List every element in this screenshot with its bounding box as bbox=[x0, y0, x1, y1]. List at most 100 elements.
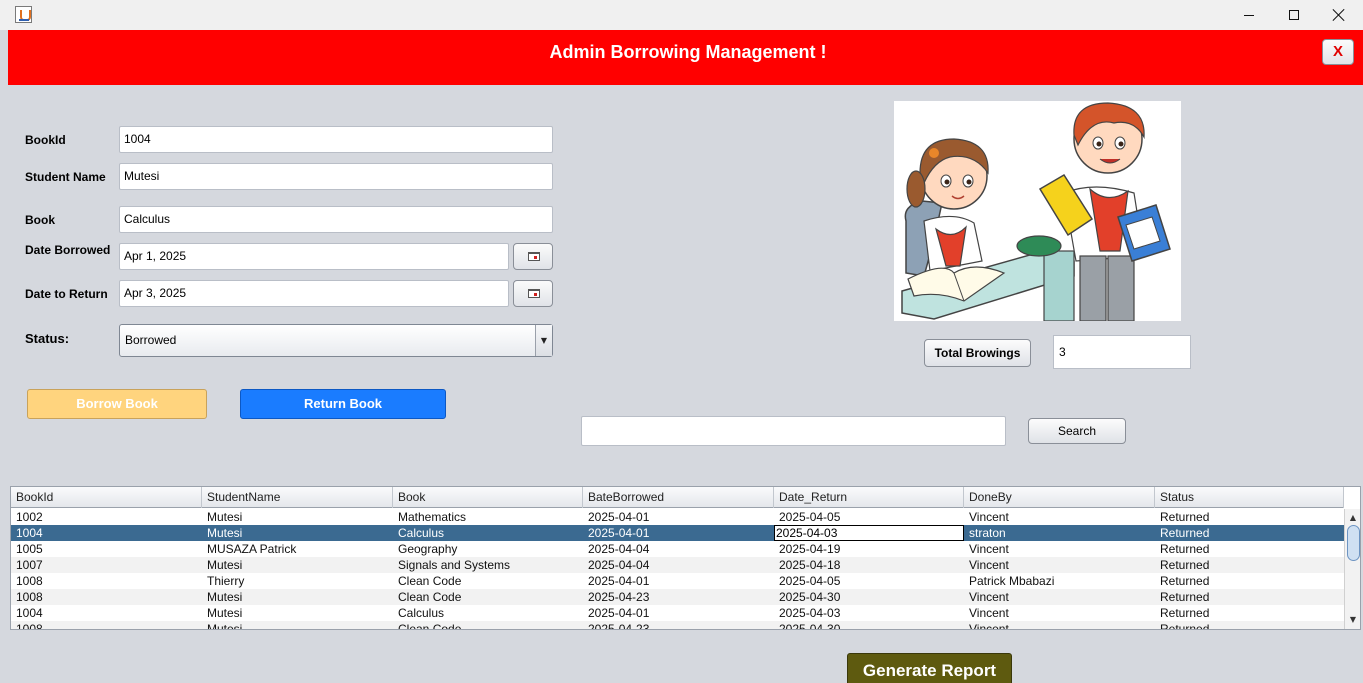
table-cell[interactable]: Returned bbox=[1155, 605, 1344, 621]
table-row[interactable]: 1008 Thierry Clean Code 2025-04-01 2025-04-0… bbox=[11, 573, 1344, 589]
table-cell[interactable]: Clean Code bbox=[393, 621, 583, 629]
table-row[interactable]: 1007 Mutesi Signals and Systems 2025-04-04 2… bbox=[11, 557, 1344, 573]
table-cell[interactable]: 1004 bbox=[11, 525, 202, 541]
date-return-field[interactable]: Apr 3, 2025 bbox=[119, 280, 509, 307]
calendar-icon bbox=[528, 289, 540, 298]
table-cell[interactable]: 1002 bbox=[11, 509, 202, 525]
table-cell[interactable]: Vincent bbox=[964, 557, 1155, 573]
column-header[interactable]: BateBorrowed bbox=[583, 487, 774, 508]
date-borrowed-field[interactable]: Apr 1, 2025 bbox=[119, 243, 509, 270]
column-header[interactable]: Status bbox=[1155, 487, 1344, 508]
table-cell[interactable]: Returned bbox=[1155, 557, 1344, 573]
date-borrowed-picker-button[interactable] bbox=[513, 243, 553, 270]
borrow-book-button[interactable]: Borrow Book bbox=[27, 389, 207, 419]
maximize-button[interactable] bbox=[1271, 0, 1317, 30]
table-cell[interactable]: 2025-04-05 bbox=[774, 509, 964, 525]
table-cell[interactable]: 2025-04-01 bbox=[583, 525, 774, 541]
table-cell[interactable]: Vincent bbox=[964, 509, 1155, 525]
table-cell[interactable]: MUSAZA Patrick bbox=[202, 541, 393, 557]
table-cell[interactable]: 1008 bbox=[11, 573, 202, 589]
table-cell[interactable]: 2025-04-01 bbox=[583, 509, 774, 525]
table-cell[interactable]: 2025-04-19 bbox=[774, 541, 964, 557]
table-cell[interactable]: Mutesi bbox=[202, 557, 393, 573]
maximize-icon bbox=[1289, 10, 1299, 20]
bookid-field[interactable]: 1004 bbox=[119, 126, 553, 153]
table-cell[interactable]: 2025-04-01 bbox=[583, 605, 774, 621]
column-header[interactable]: DoneBy bbox=[964, 487, 1155, 508]
table-cell[interactable]: 2025-04-03 bbox=[774, 605, 964, 621]
table-row[interactable]: 1002 Mutesi Mathematics 2025-04-01 2025-04-0… bbox=[11, 509, 1344, 525]
book-field[interactable]: Calculus bbox=[119, 206, 553, 233]
table-cell[interactable]: Returned bbox=[1155, 621, 1344, 629]
table-cell[interactable]: Thierry bbox=[202, 573, 393, 589]
total-borrowings-field[interactable]: 3 bbox=[1053, 335, 1191, 369]
return-book-button[interactable]: Return Book bbox=[240, 389, 446, 419]
table-cell[interactable]: Geography bbox=[393, 541, 583, 557]
table-cell[interactable]: Mathematics bbox=[393, 509, 583, 525]
student-name-label: Student Name bbox=[25, 170, 106, 184]
table-cell[interactable]: 2025-04-23 bbox=[583, 589, 774, 605]
search-input[interactable] bbox=[581, 416, 1006, 446]
table-row[interactable]: 1004 Mutesi Calculus 2025-04-01 2025-04-03 Vi… bbox=[11, 605, 1344, 621]
column-header[interactable]: Book bbox=[393, 487, 583, 508]
column-header[interactable]: StudentName bbox=[202, 487, 393, 508]
student-name-field[interactable]: Mutesi bbox=[119, 163, 553, 190]
table-cell[interactable]: Mutesi bbox=[202, 605, 393, 621]
table-cell[interactable]: Mutesi bbox=[202, 621, 393, 629]
table-row[interactable]: 1008 Mutesi Clean Code 2025-04-23 2025-04-30… bbox=[11, 589, 1344, 605]
table-cell[interactable]: Mutesi bbox=[202, 589, 393, 605]
window-close-button[interactable] bbox=[1316, 0, 1362, 30]
table-cell[interactable]: Vincent bbox=[964, 589, 1155, 605]
table-cell[interactable]: Returned bbox=[1155, 509, 1344, 525]
table-cell[interactable]: Clean Code bbox=[393, 573, 583, 589]
table-cell[interactable]: Calculus bbox=[393, 605, 583, 621]
table-cell[interactable]: Clean Code bbox=[393, 589, 583, 605]
table-scrollbar[interactable]: ▲ ▼ bbox=[1344, 509, 1360, 629]
search-button[interactable]: Search bbox=[1028, 418, 1126, 444]
table-cell[interactable]: 1004 bbox=[11, 605, 202, 621]
table-cell[interactable]: Mutesi bbox=[202, 509, 393, 525]
table-cell[interactable]: 2025-04-18 bbox=[774, 557, 964, 573]
minimize-icon bbox=[1244, 14, 1254, 16]
table-cell[interactable]: 2025-04-03 bbox=[774, 525, 964, 541]
exit-button[interactable]: X bbox=[1322, 39, 1354, 65]
status-select[interactable]: Borrowed ▼ bbox=[119, 324, 553, 357]
table-cell[interactable]: 2025-04-23 bbox=[583, 621, 774, 629]
scroll-up-icon[interactable]: ▲ bbox=[1345, 511, 1360, 525]
table-row[interactable]: 1005 MUSAZA Patrick Geography 2025-04-04 202… bbox=[11, 541, 1344, 557]
table-cell[interactable]: 1007 bbox=[11, 557, 202, 573]
table-cell[interactable]: Signals and Systems bbox=[393, 557, 583, 573]
table-cell[interactable]: 2025-04-05 bbox=[774, 573, 964, 589]
table-cell[interactable]: 2025-04-30 bbox=[774, 621, 964, 629]
table-cell[interactable]: Returned bbox=[1155, 525, 1344, 541]
date-return-picker-button[interactable] bbox=[513, 280, 553, 307]
table-cell[interactable]: Returned bbox=[1155, 541, 1344, 557]
table-row[interactable]: 1008 Mutesi Clean Code 2025-04-23 2025-04-30… bbox=[11, 621, 1344, 629]
table-cell[interactable]: 2025-04-04 bbox=[583, 557, 774, 573]
table-cell[interactable]: Vincent bbox=[964, 621, 1155, 629]
generate-report-button[interactable]: Generate Report bbox=[847, 653, 1012, 683]
table-row[interactable]: 1004 Mutesi Calculus 2025-04-01 2025-04-03 st… bbox=[11, 525, 1344, 541]
table-cell[interactable]: Mutesi bbox=[202, 525, 393, 541]
scrollbar-thumb[interactable] bbox=[1347, 525, 1360, 561]
table-cell[interactable]: 1008 bbox=[11, 621, 202, 629]
table-cell[interactable]: straton bbox=[964, 525, 1155, 541]
table-cell[interactable]: Returned bbox=[1155, 573, 1344, 589]
scroll-down-icon[interactable]: ▼ bbox=[1345, 613, 1360, 627]
table-cell[interactable]: 2025-04-04 bbox=[583, 541, 774, 557]
table-cell[interactable]: Vincent bbox=[964, 605, 1155, 621]
table-cell[interactable]: 1008 bbox=[11, 589, 202, 605]
table-cell[interactable]: 2025-04-30 bbox=[774, 589, 964, 605]
table-cell[interactable]: 2025-04-01 bbox=[583, 573, 774, 589]
table-cell[interactable]: Patrick Mbabazi bbox=[964, 573, 1155, 589]
column-header[interactable]: Date_Return bbox=[774, 487, 964, 508]
column-header[interactable]: BookId bbox=[11, 487, 202, 508]
chevron-down-icon[interactable]: ▼ bbox=[535, 325, 552, 356]
total-borrowings-button[interactable]: Total Browings bbox=[924, 339, 1031, 367]
table-cell[interactable]: Calculus bbox=[393, 525, 583, 541]
table-cell[interactable]: Returned bbox=[1155, 589, 1344, 605]
table-cell[interactable]: 1005 bbox=[11, 541, 202, 557]
app-window: Admin Borrowing Management ! X BookId 10… bbox=[0, 0, 1363, 683]
minimize-button[interactable] bbox=[1226, 0, 1272, 30]
table-cell[interactable]: Vincent bbox=[964, 541, 1155, 557]
